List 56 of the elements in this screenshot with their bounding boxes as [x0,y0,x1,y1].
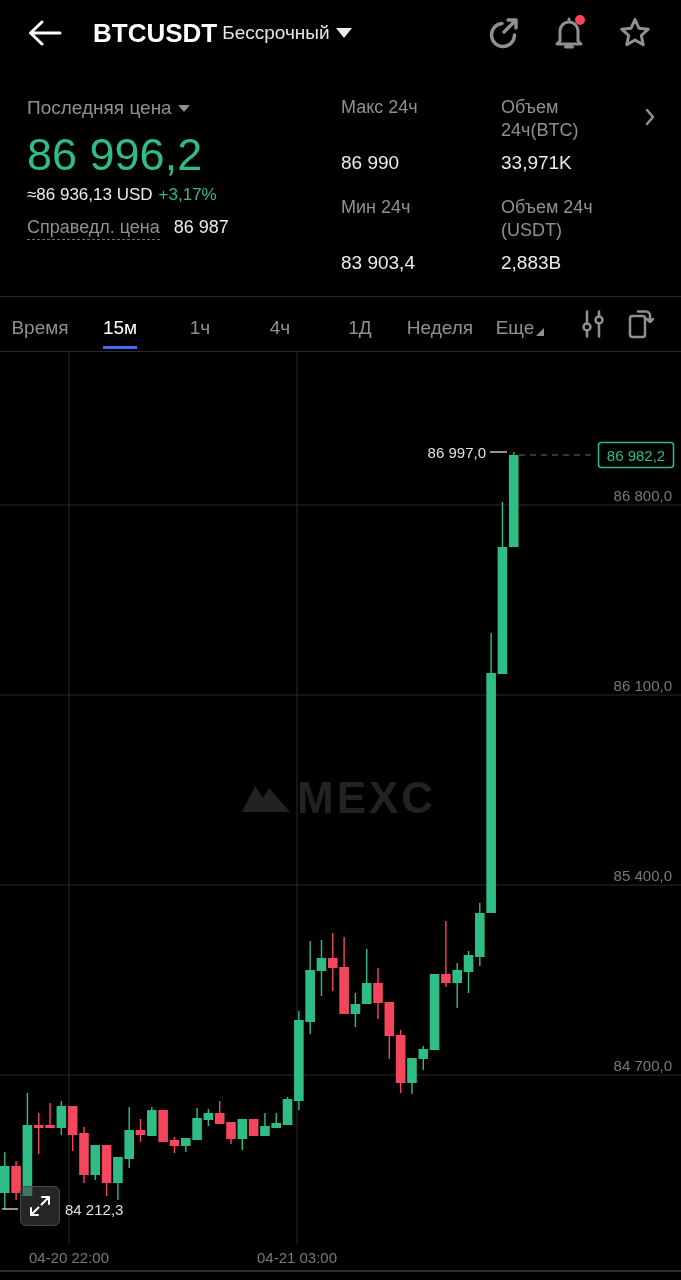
corner-triangle-icon [536,328,545,336]
more-tab[interactable]: Еще [495,316,545,349]
bell-icon[interactable] [553,16,585,50]
stat-label: Макс 24ч [341,96,419,119]
contract-type-dropdown[interactable]: Бессрочный [222,21,352,45]
mountain-logo-icon [242,786,290,812]
price-label: Последняя цена [27,96,172,120]
candle [373,967,383,1020]
star-icon[interactable] [619,17,651,49]
candle [384,1001,395,1060]
chevron-right-icon[interactable] [645,108,655,126]
back-arrow-icon[interactable] [28,20,62,46]
leader-line [489,451,508,453]
candle [67,1105,78,1152]
fair-price-label[interactable]: Справедл. цена [27,215,160,240]
time-axis-label: 04-21 03:00 [256,1248,338,1266]
candle [113,1156,123,1201]
candle [214,1100,225,1125]
stat-value: 2,883B [501,251,563,275]
candle [147,1106,157,1137]
fair-price: 86 987 [173,216,229,239]
low-price-label: 84 212,3 [65,1200,124,1218]
timeframe-tab[interactable]: 1Д [348,316,372,349]
high-price-label: 86 997,0 [427,443,486,461]
caret-down-icon [335,28,352,38]
timeframe-tab[interactable]: Время [11,316,69,349]
candle [56,1100,67,1136]
price-axis-label: 86 800,0 [613,486,672,504]
price-axis-label: 85 400,0 [613,866,672,884]
candle [328,932,338,992]
price-change: +3,17% [158,184,217,206]
stat-value: 86 990 [341,151,401,175]
stat-value: 83 903,4 [341,251,416,275]
time-axis-label: 04-20 22:00 [28,1248,110,1266]
current-price-tag: 86 982,2 [597,441,675,469]
stat-label: Объем 24ч(BTC) [501,96,580,142]
price-axis-label: 84 700,0 [613,1056,672,1074]
expand-icon [29,1195,51,1217]
price-axis-label: 86 100,0 [613,676,672,694]
caret-down-icon[interactable] [177,104,190,112]
usd-price: ≈86 936,13 USD [27,184,153,206]
candle [226,1121,236,1145]
timeframe-tab[interactable]: 1ч [189,316,211,349]
timeframe-tab[interactable]: 4ч [269,316,291,349]
stat-value: 33,971K [501,151,573,175]
stat-label: Объем 24ч (USDT) [501,196,594,242]
last-price: 86 996,2 [27,131,204,179]
screen-rotate-icon[interactable] [628,309,654,339]
stat-label: Мин 24ч [341,196,412,219]
circular-arrow-icon[interactable] [487,17,519,49]
symbol-title: BTCUSDT [93,18,218,48]
timeframe-tab[interactable]: Неделя [406,316,474,349]
leader-line [1,1208,19,1210]
timeframe-tab[interactable]: 15м [102,316,138,349]
sliders-icon[interactable] [582,310,604,338]
expand-button[interactable] [20,1186,60,1226]
